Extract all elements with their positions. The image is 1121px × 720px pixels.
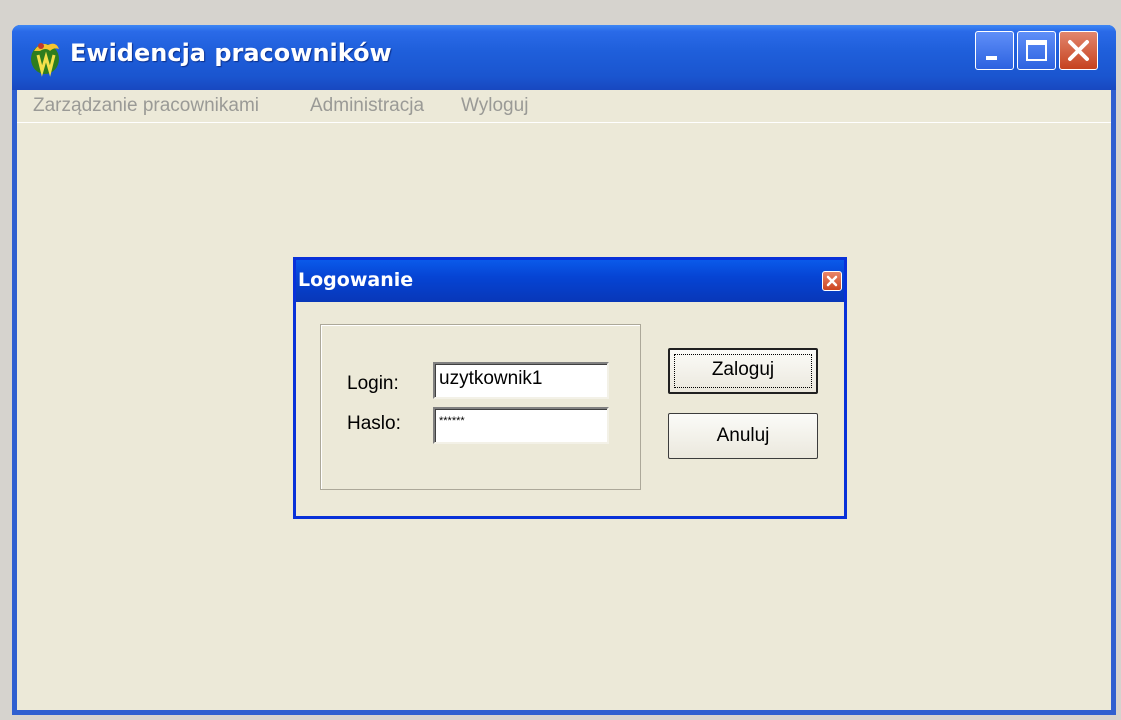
login-button-label: Zaloguj (674, 354, 812, 388)
password-label: Haslo: (347, 413, 401, 434)
close-button[interactable] (1059, 31, 1098, 70)
dialog-title: Logowanie (298, 269, 414, 291)
app-logo-icon (31, 43, 59, 77)
close-icon (826, 275, 838, 287)
menu-bar: Zarządzanie pracownikami Administracja W… (17, 90, 1111, 123)
minimize-icon (986, 56, 997, 60)
credentials-group: Login: uzytkownik1 Haslo: ****** (320, 324, 641, 490)
login-label: Login: (347, 373, 399, 394)
maximize-icon (1026, 40, 1047, 61)
main-window: Ewidencja pracowników Zarządzanie pracow… (12, 25, 1116, 715)
menu-item-zarzadzanie-pracownikami[interactable]: Zarządzanie pracownikami (33, 95, 259, 117)
cancel-button[interactable]: Anuluj (668, 413, 818, 459)
close-icon (1068, 40, 1089, 61)
dialog-title-bar[interactable]: Logowanie (296, 260, 844, 302)
menu-item-administracja[interactable]: Administracja (310, 95, 424, 117)
dialog-close-button[interactable] (822, 271, 842, 291)
login-input[interactable]: uzytkownik1 (433, 362, 609, 399)
password-input[interactable]: ****** (433, 407, 609, 444)
login-button[interactable]: Zaloguj (668, 348, 818, 394)
window-title: Ewidencja pracowników (70, 39, 392, 67)
title-bar[interactable]: Ewidencja pracowników (12, 25, 1116, 90)
minimize-button[interactable] (975, 31, 1014, 70)
login-dialog: Logowanie Login: uzytkownik1 Haslo: ****… (293, 257, 847, 519)
maximize-button[interactable] (1017, 31, 1056, 70)
menu-item-wyloguj[interactable]: Wyloguj (461, 95, 528, 117)
